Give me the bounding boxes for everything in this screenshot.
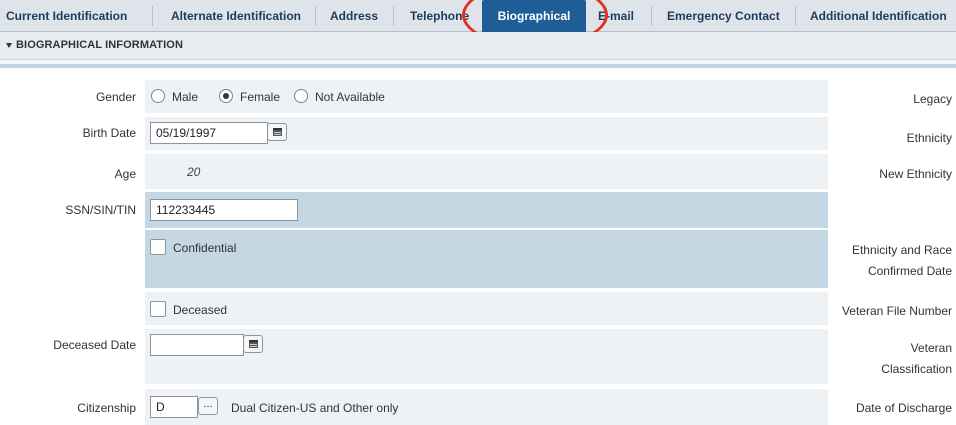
confidential-row-panel xyxy=(145,230,828,288)
tab-telephone[interactable]: Telephone xyxy=(410,0,469,32)
tab-divider xyxy=(393,6,394,26)
tab-address[interactable]: Address xyxy=(330,0,378,32)
gender-female-radio[interactable] xyxy=(219,89,233,103)
gender-label: Gender xyxy=(95,90,136,104)
deceased-date-calendar-button[interactable] xyxy=(243,335,263,353)
tab-alternate-identification[interactable]: Alternate Identification xyxy=(171,0,301,32)
ethnicity-race-label-line2: Confirmed Date xyxy=(867,264,952,278)
ethnicity-label: Ethnicity xyxy=(906,131,952,145)
age-value: 20 xyxy=(187,165,201,179)
tab-divider xyxy=(795,6,796,26)
gender-male-radio[interactable] xyxy=(151,89,165,103)
citizenship-input[interactable]: D xyxy=(150,396,198,418)
calendar-icon xyxy=(273,128,282,136)
legacy-label: Legacy xyxy=(913,92,952,106)
deceased-label[interactable]: Deceased xyxy=(173,303,227,317)
tab-divider xyxy=(651,6,652,26)
collapse-caret-icon[interactable] xyxy=(6,43,12,48)
age-row-panel xyxy=(145,154,828,189)
citizenship-lookup-button[interactable]: ... xyxy=(198,397,218,415)
veteran-classification-label-line2: Classification xyxy=(881,362,952,376)
tab-biographical-label: Biographical xyxy=(497,9,571,23)
tab-divider xyxy=(152,6,153,26)
section-header[interactable]: BIOGRAPHICAL INFORMATION xyxy=(0,32,956,60)
tab-biographical[interactable]: Biographical xyxy=(482,0,586,38)
birth-date-label: Birth Date xyxy=(82,126,136,140)
citizenship-label: Citizenship xyxy=(77,401,136,415)
age-label: Age xyxy=(114,167,136,181)
deceased-checkbox[interactable] xyxy=(150,301,166,317)
veteran-file-number-label: Veteran File Number xyxy=(841,304,952,318)
citizenship-description: Dual Citizen-US and Other only xyxy=(231,401,399,415)
tab-bar: Current Identification Alternate Identif… xyxy=(0,0,956,38)
tab-emergency-contact[interactable]: Emergency Contact xyxy=(667,0,780,32)
gender-female-label[interactable]: Female xyxy=(240,90,280,104)
ssn-input[interactable]: 112233445 xyxy=(150,199,298,221)
tab-email[interactable]: E-mail xyxy=(598,0,634,32)
date-of-discharge-label: Date of Discharge xyxy=(855,401,952,415)
birth-date-calendar-button[interactable] xyxy=(267,123,287,141)
calendar-icon xyxy=(249,340,258,348)
birth-date-input[interactable]: 05/19/1997 xyxy=(150,122,268,144)
tab-current-identification[interactable]: Current Identification xyxy=(6,0,127,32)
new-ethnicity-label: New Ethnicity xyxy=(879,167,952,181)
ssn-label: SSN/SIN/TIN xyxy=(65,203,136,217)
confidential-label[interactable]: Confidential xyxy=(173,241,236,255)
deceased-row-panel xyxy=(145,292,828,325)
section-divider xyxy=(0,60,956,68)
deceased-date-input[interactable] xyxy=(150,334,244,356)
tab-additional-identification[interactable]: Additional Identification xyxy=(810,0,947,32)
ethnicity-race-label-line1: Ethnicity and Race xyxy=(851,243,952,257)
veteran-classification-label-line1: Veteran xyxy=(910,341,952,355)
confidential-checkbox[interactable] xyxy=(150,239,166,255)
gender-male-label[interactable]: Male xyxy=(172,90,198,104)
gender-not-available-radio[interactable] xyxy=(294,89,308,103)
tab-divider xyxy=(315,6,316,26)
gender-not-available-label[interactable]: Not Available xyxy=(315,90,385,104)
section-title: BIOGRAPHICAL INFORMATION xyxy=(16,39,183,51)
deceased-date-label: Deceased Date xyxy=(53,338,136,352)
